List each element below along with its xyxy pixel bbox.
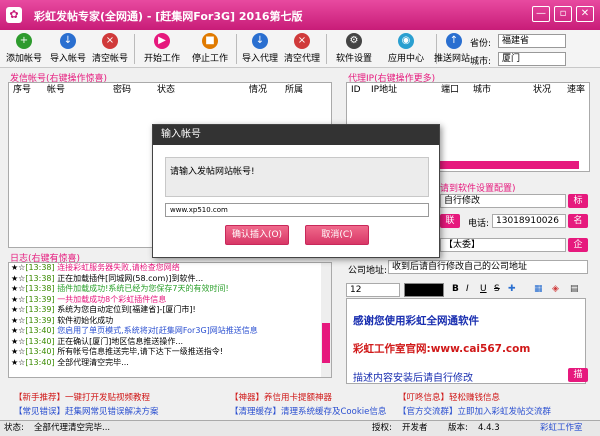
link-tutorial[interactable]: 【新手推荐】一键打开发贴视频教程	[14, 391, 150, 403]
app-logo-icon: ✿	[6, 7, 22, 23]
toolbar: + 添加帐号 ↓ 导入帐号 × 清空帐号 ▶ 开始工作 ■ 停止工作 ↓ 导入代理 × 清空代…	[0, 30, 600, 68]
import-icon: ↓	[60, 33, 76, 49]
log-line: ★☆[13:39] 软件初始化成功	[11, 315, 114, 325]
auth-value: 开发者	[402, 423, 428, 433]
apps-icon: ◉	[398, 33, 414, 49]
clear-proxy-button[interactable]: × 清空代理	[282, 30, 322, 68]
log-scroll-thumb[interactable]	[322, 323, 330, 363]
stop-icon: ■	[202, 33, 218, 49]
clear-icon: ×	[102, 33, 118, 49]
input-account-dialog: 输入帐号 请输入发帖网站帐号! www.xp510.com 确认插入(O) 取消…	[152, 124, 440, 258]
source-icon[interactable]: ▤	[570, 284, 579, 294]
underline-icon[interactable]: U	[480, 284, 487, 294]
status-bar: 状态: 全部代理清空完毕... 授权: 开发者 版本: 4.4.3 彩虹工作室	[0, 420, 600, 436]
stop-work-button[interactable]: ■ 停止工作	[188, 30, 232, 68]
link-clear-cache[interactable]: 【清理缓存】清理系统缓存及Cookie信息	[230, 405, 386, 417]
clean-icon[interactable]: ◈	[552, 284, 559, 294]
color-picker[interactable]	[404, 283, 444, 297]
window-title: 彩虹发帖专家(全网通) - [赶集网For3G] 2016第七版	[34, 10, 303, 23]
bold-icon[interactable]: B	[452, 284, 459, 294]
settings-section-label: 请到软件设置配置)	[440, 184, 516, 194]
name-tag: 名	[568, 214, 588, 228]
link-dingdong[interactable]: 【叮咚信息】轻松赚钱信息	[398, 391, 500, 403]
title-tag: 标	[568, 194, 588, 208]
status-message: 全部代理清空完毕...	[34, 423, 111, 433]
clear-account-button[interactable]: × 清空帐号	[90, 30, 130, 68]
description-editor[interactable]: 感谢您使用彩虹全网通软件 彩虹工作室官网:www.cai567.com 描述内容…	[346, 298, 586, 384]
app-center-button[interactable]: ◉ 应用中心	[384, 30, 428, 68]
add-icon: +	[16, 33, 32, 49]
settings-button[interactable]: ⚙ 软件设置	[332, 30, 376, 68]
phone-field[interactable]: 13018910026	[492, 214, 566, 228]
link-common-errors[interactable]: 【常见错误】赶集网常见错误解决方案	[14, 405, 159, 417]
confirm-insert-button[interactable]: 确认插入(O)	[225, 225, 289, 245]
link-credit-card[interactable]: 【神器】养信用卡提额神器	[230, 391, 332, 403]
log-line: ★☆[13:40] 正在确认[厦门]地区信息推送操作...	[11, 336, 184, 346]
gear-icon: ⚙	[346, 33, 362, 49]
province-select[interactable]: 福建省	[498, 34, 566, 48]
address-field[interactable]: 收到后请自行修改自己的公司地址	[388, 260, 588, 274]
log-scrollbar[interactable]	[321, 263, 331, 377]
log-line: ★☆[13:40] 所有帐号信息推送完毕,请下达下一级推送指令!	[11, 347, 223, 356]
log-line: ★☆[13:38] 正在加载插件[同城网(58.com)]到软件...	[11, 273, 204, 283]
import-proxy-button[interactable]: ↓ 导入代理	[240, 30, 280, 68]
content-field[interactable]: 自行修改	[440, 194, 566, 208]
proxy-scrollbar[interactable]	[439, 161, 579, 169]
dialog-title: 输入帐号	[153, 125, 439, 145]
log-line: ★☆[13:39] 一共加载成功8个彩虹插件信息	[11, 294, 167, 304]
minimize-button[interactable]: —	[532, 6, 550, 22]
close-button[interactable]: ✕	[576, 6, 594, 22]
restore-button[interactable]: ▫	[554, 6, 572, 22]
name-field[interactable]: 【太委】	[440, 238, 566, 252]
clear-icon: ×	[294, 33, 310, 49]
dialog-prompt: 请输入发帖网站帐号!	[165, 157, 429, 197]
log-line: ★☆[13:40] 您启用了单页模式,系统将对[赶集网For3G]网站推送信息	[11, 326, 258, 335]
link-join-group[interactable]: 【官方交流群】立即加入彩虹发帖交流群	[398, 405, 551, 417]
title-bar: ✿ 彩虹发帖专家(全网通) - [赶集网For3G] 2016第七版 — ▫ ✕	[0, 0, 600, 30]
company-tag: 企	[568, 238, 588, 252]
insert-image-icon[interactable]: ▦	[534, 284, 543, 294]
cancel-button[interactable]: 取消(C)	[305, 225, 369, 245]
log-line: ★☆[13:38] 连接彩虹服务器失败,请检查您网络	[11, 263, 180, 272]
italic-icon[interactable]: I	[466, 284, 469, 294]
studio-link[interactable]: 彩虹工作室	[540, 421, 583, 436]
description-tag: 描	[568, 368, 588, 382]
log-line: ★☆[13:40] 全部代理清空完毕...	[11, 357, 129, 367]
account-input[interactable]: www.xp510.com	[165, 203, 429, 217]
city-select[interactable]: 厦门	[498, 52, 566, 66]
log-line: ★☆[13:39] 系统为您自动定位到[福建省]-[厦门市]!	[11, 305, 196, 314]
start-work-button[interactable]: ▶ 开始工作	[140, 30, 184, 68]
contact-tag: 联	[440, 214, 460, 228]
version-value: 4.4.3	[478, 423, 500, 433]
import-icon: ↓	[252, 33, 268, 49]
push-site-button[interactable]: ↑ 推送网站	[434, 30, 470, 68]
log-panel[interactable]: ★☆[13:38] 连接彩虹服务器失败,请检查您网络 ★☆[13:38] 正在加…	[8, 262, 332, 378]
upload-icon: ↑	[446, 33, 462, 49]
import-account-button[interactable]: ↓ 导入帐号	[48, 30, 88, 68]
strike-icon[interactable]: S	[494, 284, 500, 294]
add-account-button[interactable]: + 添加帐号	[6, 30, 42, 68]
link-icon[interactable]: ✚	[508, 284, 516, 294]
play-icon: ▶	[154, 33, 170, 49]
font-size-select[interactable]: 12	[346, 283, 400, 297]
log-line: ★☆[13:38] 插件加载成功!系统已经为您保存7天的有效时间!	[11, 284, 229, 293]
